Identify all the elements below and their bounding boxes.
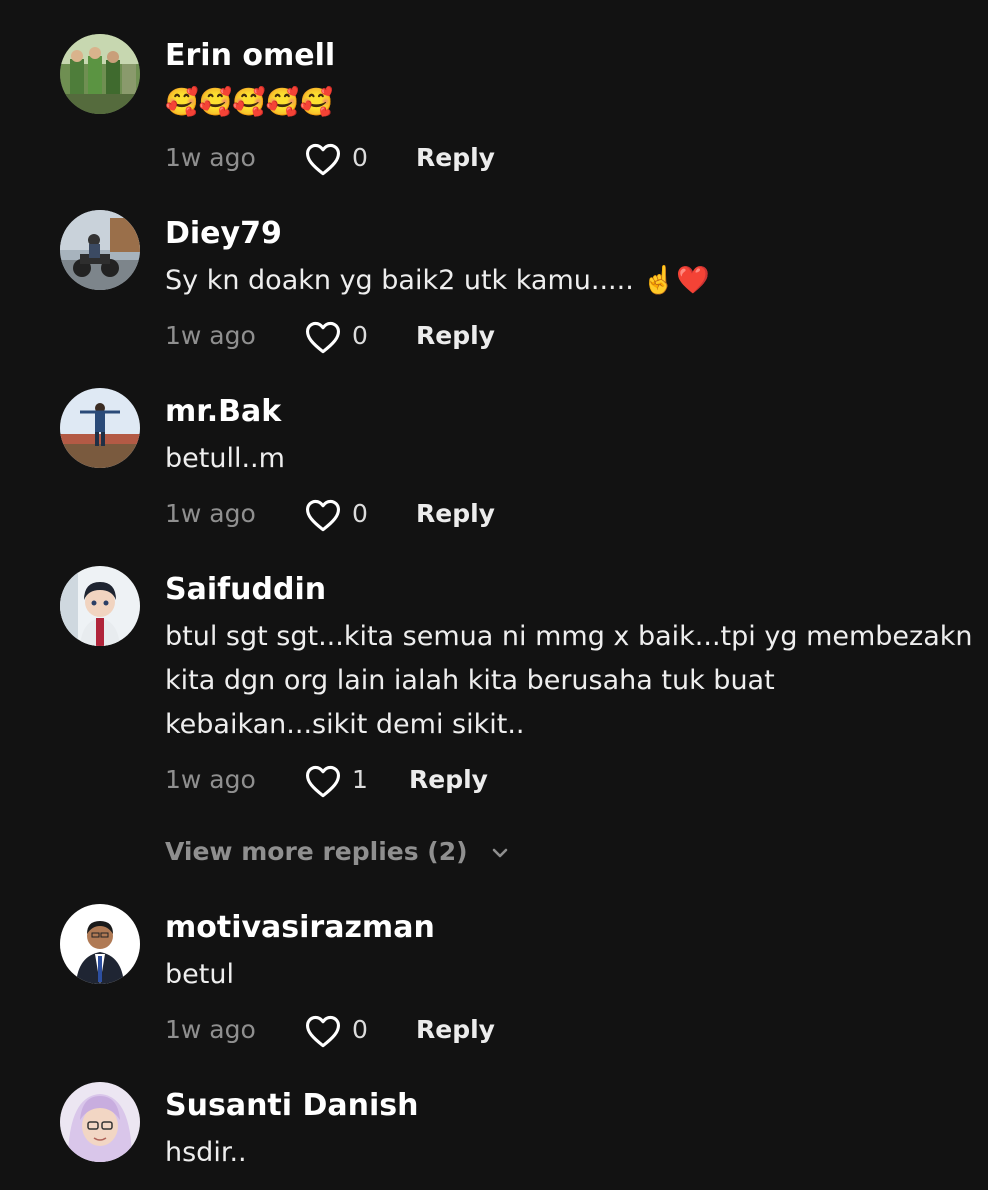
timestamp: 1w ago [165, 765, 256, 794]
view-more-replies-label: View more replies (2) [165, 837, 468, 866]
like-count: 0 [352, 321, 368, 350]
like-count: 0 [352, 1015, 368, 1044]
comment-text: btul sgt sgt...kita semua ni mmg x baik.… [165, 621, 973, 740]
avatar[interactable] [60, 388, 140, 468]
comment-actions: 1w ago 0 Reply [165, 138, 665, 178]
username[interactable]: Susanti Danish [165, 1086, 419, 1126]
comment-actions: 1w ago 0 Reply [165, 494, 665, 534]
reply-button[interactable]: Reply [416, 316, 495, 356]
heart-outline-icon[interactable] [304, 1014, 342, 1048]
heart-outline-icon[interactable] [304, 498, 342, 532]
comment-text: Sy kn doakn yg baik2 utk kamu..... ☝️❤️ [165, 265, 710, 296]
heart-outline-icon[interactable] [304, 320, 342, 354]
avatar[interactable] [60, 34, 140, 114]
username[interactable]: Diey79 [165, 214, 282, 254]
avatar[interactable] [60, 210, 140, 290]
username[interactable]: mr.Bak [165, 392, 281, 432]
avatar[interactable] [60, 904, 140, 984]
comment-actions: 1w ago 1 Reply [165, 760, 665, 800]
like-count: 1 [352, 765, 368, 794]
avatar-image [60, 34, 140, 114]
like-count: 0 [352, 499, 368, 528]
comment-actions: 1w ago 0 Reply [165, 316, 665, 356]
reply-button[interactable]: Reply [416, 494, 495, 534]
avatar-image [60, 210, 140, 290]
avatar-image [60, 1082, 140, 1162]
username[interactable]: Saifuddin [165, 570, 326, 610]
comment-list: Erin omell 🥰🥰🥰🥰🥰 1w ago 0 Reply Diey79 S… [0, 0, 988, 1190]
username[interactable]: motivasirazman [165, 908, 435, 948]
avatar[interactable] [60, 1082, 140, 1162]
reply-button[interactable]: Reply [409, 760, 488, 800]
timestamp: 1w ago [165, 1015, 256, 1044]
comment-text: betull..m [165, 443, 285, 474]
avatar-image [60, 904, 140, 984]
chevron-down-icon [492, 848, 508, 858]
reply-button[interactable]: Reply [416, 1010, 495, 1050]
comment-text: 🥰🥰🥰🥰🥰 [165, 87, 334, 118]
comment-text: hsdir.. [165, 1137, 247, 1168]
timestamp: 1w ago [165, 321, 256, 350]
timestamp: 1w ago [165, 143, 256, 172]
avatar[interactable] [60, 566, 140, 646]
comment-text: betul [165, 959, 234, 990]
heart-outline-icon[interactable] [304, 764, 342, 798]
heart-outline-icon[interactable] [304, 142, 342, 176]
avatar-image [60, 566, 140, 646]
view-more-replies-button[interactable]: View more replies (2) [165, 832, 512, 872]
timestamp: 1w ago [165, 499, 256, 528]
avatar-image [60, 388, 140, 468]
comment-actions: 1w ago 0 Reply [165, 1010, 665, 1050]
like-count: 0 [352, 143, 368, 172]
username[interactable]: Erin omell [165, 36, 335, 76]
reply-button[interactable]: Reply [416, 138, 495, 178]
